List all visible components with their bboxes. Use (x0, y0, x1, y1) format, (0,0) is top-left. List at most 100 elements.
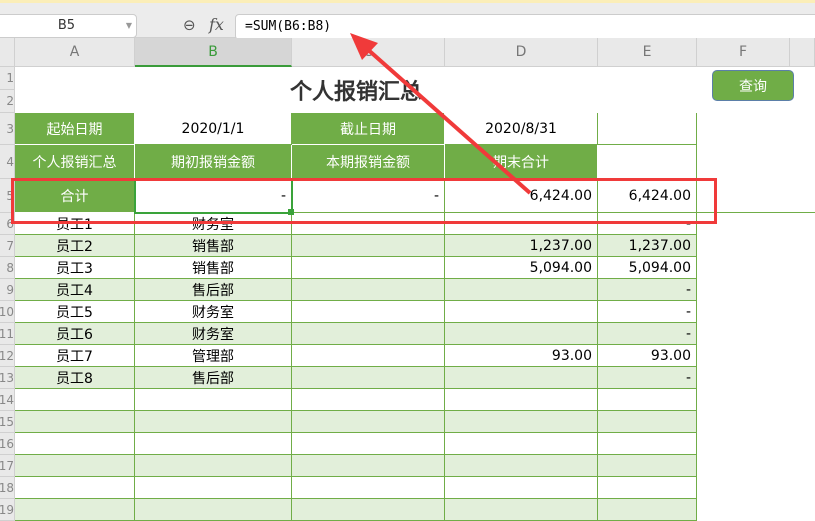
employee-name-cell[interactable]: 员工3 (15, 257, 135, 279)
period-amount-cell[interactable] (445, 411, 598, 433)
department-cell[interactable] (135, 499, 292, 521)
end-total-cell[interactable]: 5,094.00 (598, 257, 697, 279)
current-amount-cell[interactable] (292, 235, 445, 257)
end-total-cell[interactable] (598, 389, 697, 411)
period-amount-cell[interactable] (445, 367, 598, 389)
formula-input[interactable]: =SUM(B6:B8) (235, 14, 815, 40)
row-header-1[interactable]: 1 (0, 67, 15, 90)
employee-name-cell[interactable]: 员工7 (15, 345, 135, 367)
current-amount-cell[interactable] (292, 345, 445, 367)
row-header-17[interactable]: 17 (0, 455, 15, 477)
row-header-19[interactable]: 19 (0, 499, 15, 521)
row-header-16[interactable]: 16 (0, 433, 15, 455)
employee-name-cell[interactable] (15, 433, 135, 455)
row-header-15[interactable]: 15 (0, 411, 15, 433)
end-date-cell[interactable]: 2020/8/31 (445, 113, 598, 145)
department-cell[interactable]: 财务室 (135, 323, 292, 345)
chevron-down-icon[interactable]: ▼ (126, 15, 132, 37)
department-cell[interactable]: 售后部 (135, 279, 292, 301)
current-amount-cell[interactable] (292, 213, 445, 235)
end-total-cell[interactable]: - (598, 301, 697, 323)
cell-E3[interactable] (598, 113, 697, 145)
row-header-5[interactable]: 5 (0, 179, 15, 213)
period-amount-cell[interactable] (445, 433, 598, 455)
row-header-2[interactable]: 2 (0, 90, 15, 113)
end-date-label[interactable]: 截止日期 (292, 113, 445, 145)
current-amount-cell[interactable] (292, 433, 445, 455)
row-header-7[interactable]: 7 (0, 235, 15, 257)
employee-name-cell[interactable] (15, 455, 135, 477)
header-cell[interactable]: 期末合计 (445, 145, 598, 179)
employee-name-cell[interactable]: 员工8 (15, 367, 135, 389)
department-cell[interactable]: 财务室 (135, 301, 292, 323)
function-icon[interactable]: fx (209, 15, 224, 34)
end-total-cell[interactable] (598, 433, 697, 455)
header-cell[interactable]: 期初报销金额 (135, 145, 292, 179)
column-header-D[interactable]: D (445, 38, 598, 67)
period-amount-cell[interactable]: 5,094.00 (445, 257, 598, 279)
current-amount-cell[interactable] (292, 411, 445, 433)
period-amount-cell[interactable] (445, 323, 598, 345)
period-amount-cell[interactable] (445, 279, 598, 301)
employee-name-cell[interactable]: 员工2 (15, 235, 135, 257)
department-cell[interactable]: 管理部 (135, 345, 292, 367)
header-cell[interactable]: 个人报销汇总 (15, 145, 135, 179)
current-amount-cell[interactable] (292, 367, 445, 389)
period-amount-cell[interactable] (445, 389, 598, 411)
row-header-12[interactable]: 12 (0, 345, 15, 367)
period-amount-cell[interactable]: 93.00 (445, 345, 598, 367)
current-amount-cell[interactable] (292, 323, 445, 345)
total-current-cell[interactable]: - (292, 179, 445, 213)
current-amount-cell[interactable] (292, 477, 445, 499)
period-amount-cell[interactable]: 1,237.00 (445, 235, 598, 257)
period-amount-cell[interactable] (445, 213, 598, 235)
current-amount-cell[interactable] (292, 279, 445, 301)
row-header-13[interactable]: 13 (0, 367, 15, 389)
department-cell[interactable]: 售后部 (135, 367, 292, 389)
query-button[interactable]: 查询 (712, 70, 794, 101)
end-total-cell[interactable]: 1,237.00 (598, 235, 697, 257)
total-e-cell[interactable]: 6,424.00 (598, 179, 697, 213)
department-cell[interactable] (135, 477, 292, 499)
start-date-cell[interactable]: 2020/1/1 (135, 113, 292, 145)
department-cell[interactable] (135, 389, 292, 411)
end-total-cell[interactable] (598, 499, 697, 521)
name-box[interactable]: B5 ▼ (0, 14, 137, 38)
end-total-cell[interactable] (598, 411, 697, 433)
current-amount-cell[interactable] (292, 257, 445, 279)
department-cell[interactable] (135, 411, 292, 433)
employee-name-cell[interactable] (15, 389, 135, 411)
end-total-cell[interactable]: - (598, 367, 697, 389)
department-cell[interactable] (135, 455, 292, 477)
department-cell[interactable] (135, 433, 292, 455)
end-total-cell[interactable] (598, 455, 697, 477)
header-cell[interactable]: 本期报销金额 (292, 145, 445, 179)
employee-name-cell[interactable]: 员工4 (15, 279, 135, 301)
current-amount-cell[interactable] (292, 389, 445, 411)
period-amount-cell[interactable] (445, 499, 598, 521)
employee-name-cell[interactable]: 员工6 (15, 323, 135, 345)
cell-E4[interactable] (598, 145, 697, 179)
row-header-14[interactable]: 14 (0, 389, 15, 411)
department-cell[interactable]: 销售部 (135, 235, 292, 257)
fill-handle[interactable] (288, 209, 294, 215)
row-header-4[interactable]: 4 (0, 145, 15, 179)
row-header-10[interactable]: 10 (0, 301, 15, 323)
period-amount-cell[interactable] (445, 477, 598, 499)
period-amount-cell[interactable] (445, 301, 598, 323)
department-cell[interactable]: 销售部 (135, 257, 292, 279)
end-total-cell[interactable]: 93.00 (598, 345, 697, 367)
column-header-B[interactable]: B (135, 38, 292, 67)
row-header-11[interactable]: 11 (0, 323, 15, 345)
end-total-cell[interactable] (598, 477, 697, 499)
total-end-cell[interactable]: 6,424.00 (445, 179, 598, 213)
start-date-label[interactable]: 起始日期 (15, 113, 135, 145)
column-header-A[interactable]: A (15, 38, 135, 67)
row-header-18[interactable]: 18 (0, 477, 15, 499)
column-header-E[interactable]: E (598, 38, 697, 67)
total-label[interactable]: 合计 (15, 179, 135, 213)
employee-name-cell[interactable]: 员工1 (15, 213, 135, 235)
employee-name-cell[interactable] (15, 411, 135, 433)
end-total-cell[interactable]: - (598, 213, 697, 235)
row-header-9[interactable]: 9 (0, 279, 15, 301)
